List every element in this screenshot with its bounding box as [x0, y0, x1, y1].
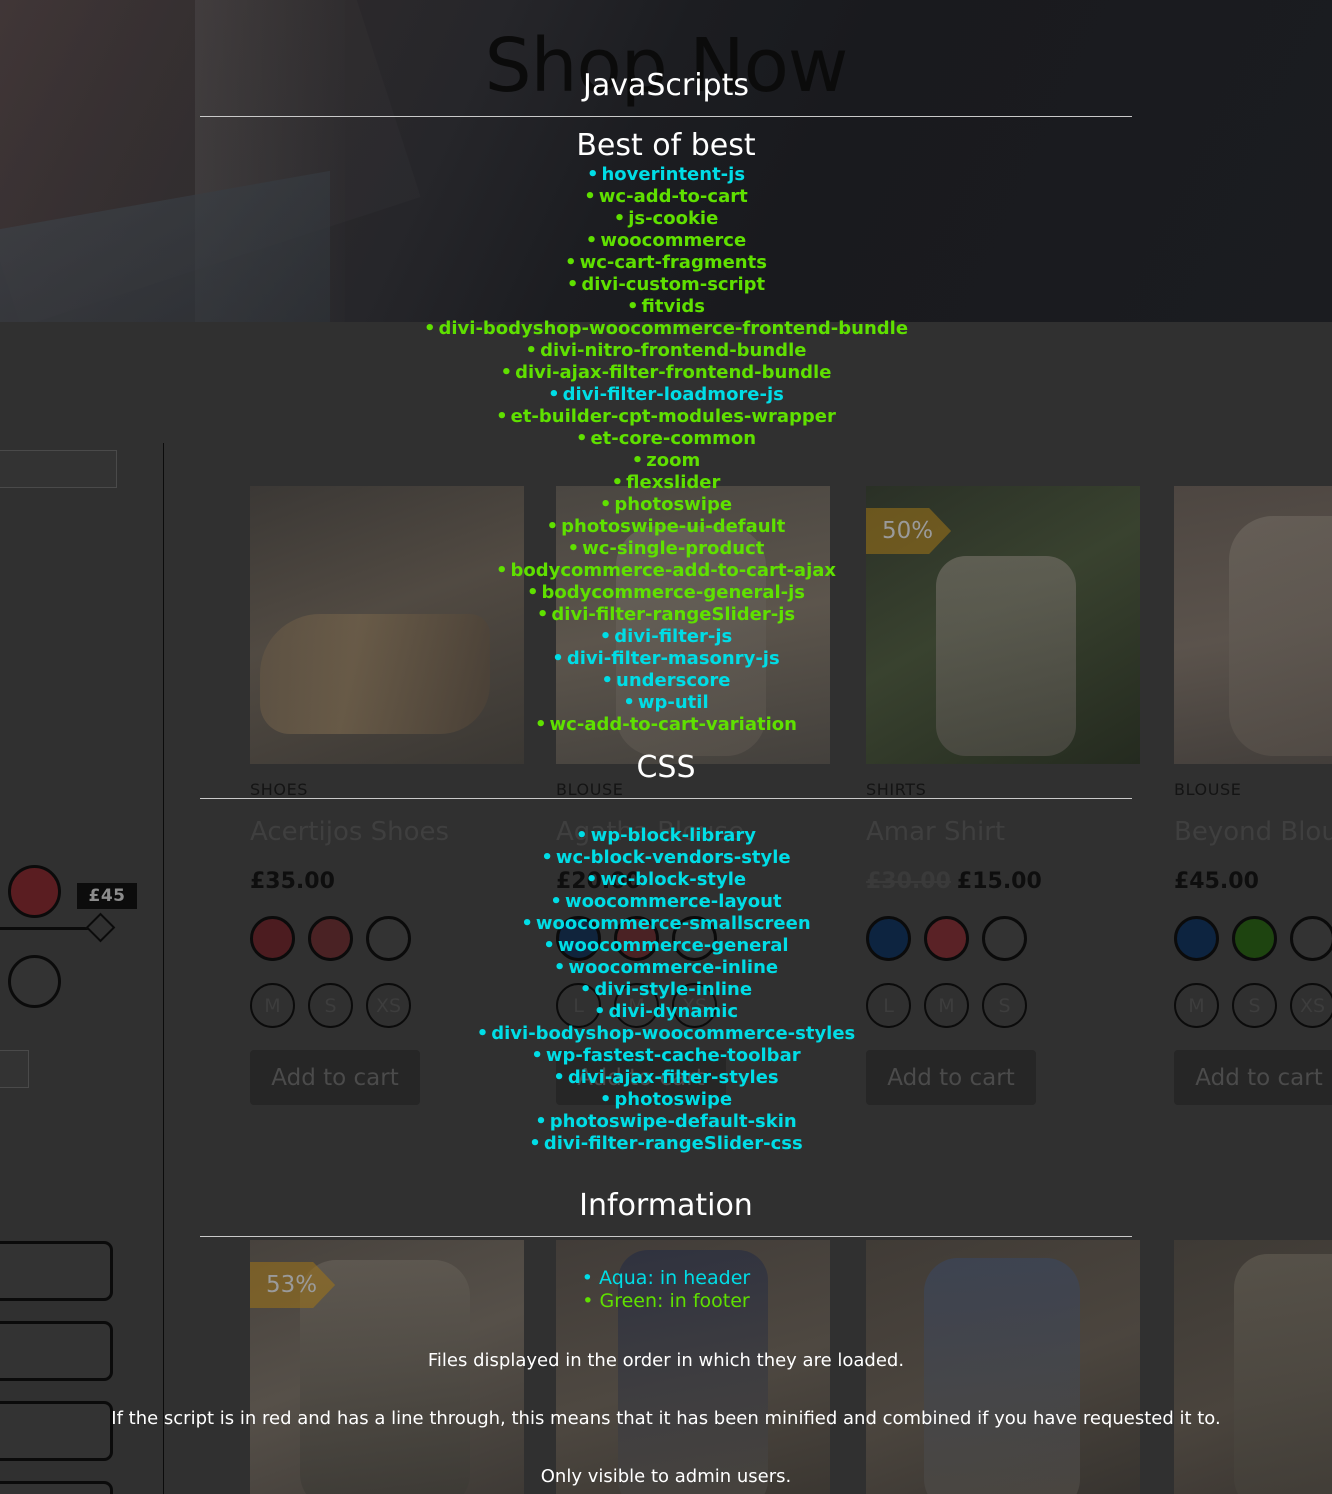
product-current-price: £15.00: [956, 869, 1042, 894]
size-option[interactable]: L: [866, 983, 911, 1028]
product-current-price: £20.00: [556, 869, 641, 894]
filter-list-item[interactable]: [0, 1321, 113, 1381]
product-card[interactable]: [1174, 1240, 1332, 1494]
filter-sidebar: £45: [0, 322, 163, 1494]
color-swatch[interactable]: [1174, 916, 1219, 961]
product-image[interactable]: [1174, 486, 1332, 764]
product-image[interactable]: [556, 1240, 830, 1494]
size-option[interactable]: XS: [1290, 983, 1332, 1028]
price-slider-handle[interactable]: [85, 912, 116, 943]
product-photo: [556, 1240, 830, 1494]
filter-color-swatch[interactable]: [8, 955, 61, 1008]
product-category: SHOES: [250, 780, 309, 799]
size-option[interactable]: M: [250, 983, 295, 1028]
size-option[interactable]: L: [556, 983, 601, 1028]
size-option[interactable]: S: [308, 983, 353, 1028]
color-swatch[interactable]: [1290, 916, 1332, 961]
size-option-group: M S XS: [250, 983, 524, 1028]
product-photo: [1174, 1240, 1332, 1494]
add-to-cart-button[interactable]: Add to cart: [1174, 1050, 1332, 1105]
price-filter-value: £45: [77, 883, 137, 909]
product-image[interactable]: [250, 486, 524, 764]
color-swatch-group: [250, 916, 524, 961]
product-category: BLOUSE: [556, 780, 624, 799]
color-swatch[interactable]: [308, 916, 353, 961]
add-to-cart-button[interactable]: Add to cart: [250, 1050, 420, 1105]
product-card[interactable]: BLOUSE Beyond Blouse £45.00 MS XS Add to cart: [1174, 486, 1332, 1105]
sort-select[interactable]: [0, 1050, 29, 1088]
color-swatch[interactable]: [982, 916, 1027, 961]
product-image[interactable]: 50%: [866, 486, 1140, 764]
product-price: £20.00: [556, 869, 830, 894]
color-swatch[interactable]: [556, 916, 601, 961]
product-image[interactable]: [866, 1240, 1140, 1494]
color-swatch[interactable]: [250, 916, 295, 961]
color-swatch[interactable]: [866, 916, 911, 961]
product-image[interactable]: 53%: [250, 1240, 524, 1494]
product-image[interactable]: [1174, 1240, 1332, 1494]
product-category: SHIRTS: [866, 780, 927, 799]
size-option[interactable]: M: [614, 983, 659, 1028]
shop-page: Shop Now £45 SHOES Acertijos Shoes £35.00 M…: [0, 0, 1332, 1494]
color-swatch[interactable]: [614, 916, 659, 961]
product-card[interactable]: [866, 1240, 1140, 1494]
product-photo: [866, 1240, 1140, 1494]
size-option-group: LMS: [866, 983, 1140, 1028]
product-photo: [556, 486, 830, 764]
color-swatch-group: [866, 916, 1140, 961]
product-current-price: £35.00: [250, 869, 335, 894]
color-swatch[interactable]: [924, 916, 969, 961]
add-to-cart-button[interactable]: Add to cart: [556, 1050, 726, 1105]
size-option-group: L M XS: [556, 983, 830, 1028]
size-option[interactable]: XS: [672, 983, 717, 1028]
search-input[interactable]: [0, 450, 117, 488]
size-option[interactable]: S: [1232, 983, 1277, 1028]
product-card[interactable]: [556, 1240, 830, 1494]
product-name[interactable]: Beyond Blouse: [1174, 817, 1332, 847]
product-price: £45.00: [1174, 869, 1332, 894]
product-card[interactable]: SHOES Acertijos Shoes £35.00 M S XS Add to car…: [250, 486, 524, 1105]
filter-list-item[interactable]: [0, 1241, 113, 1301]
color-swatch-group: [556, 916, 830, 961]
product-category: BLOUSE: [1174, 780, 1242, 799]
product-card[interactable]: BLOUSE Agatha Blouse £20.00 L M XS Add to cart: [556, 486, 830, 1105]
product-photo: [1174, 486, 1332, 764]
size-option[interactable]: M: [1174, 983, 1219, 1028]
hero-banner: Shop Now: [0, 0, 1332, 322]
product-price: £30.00 £15.00: [866, 869, 1140, 894]
size-option[interactable]: S: [982, 983, 1027, 1028]
color-swatch[interactable]: [366, 916, 411, 961]
product-price: £35.00: [250, 869, 524, 894]
size-option[interactable]: XS: [366, 983, 411, 1028]
screen: Shop Now £45 SHOES Acertijos Shoes £35.00 M…: [0, 0, 1332, 1494]
size-option[interactable]: M: [924, 983, 969, 1028]
product-image[interactable]: [556, 486, 830, 764]
color-swatch[interactable]: [1232, 916, 1277, 961]
page-title: Shop Now: [484, 23, 849, 109]
color-swatch-group: [1174, 916, 1332, 961]
sidebar-divider: [163, 443, 164, 1494]
add-to-cart-button[interactable]: Add to cart: [866, 1050, 1036, 1105]
size-option-group: M S XS: [1174, 983, 1332, 1028]
product-photo: [250, 486, 524, 764]
product-card[interactable]: 50% SHIRTS Amar Shirt £30.00 £15.00 L M S Add to…: [866, 486, 1140, 1105]
filter-list-item[interactable]: [0, 1401, 113, 1461]
color-swatch[interactable]: [672, 916, 717, 961]
filter-color-swatch[interactable]: [8, 865, 61, 918]
product-name[interactable]: Agatha Blouse: [556, 817, 830, 847]
product-current-price: £45.00: [1174, 869, 1259, 894]
filter-list-item[interactable]: [0, 1481, 113, 1494]
product-old-price: £30.00: [866, 869, 951, 894]
product-card[interactable]: 53%: [250, 1240, 524, 1494]
product-name[interactable]: Amar Shirt: [866, 817, 1140, 847]
product-name[interactable]: Acertijos Shoes: [250, 817, 524, 847]
